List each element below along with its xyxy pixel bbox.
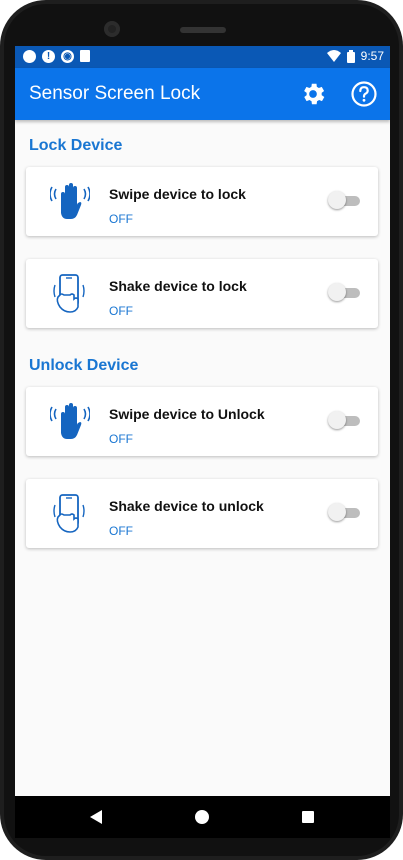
home-icon[interactable] (195, 810, 209, 824)
setting-state: OFF (109, 304, 133, 318)
toggle-thumb (328, 191, 346, 209)
app-bar: Sensor Screen Lock (15, 68, 390, 120)
wifi-icon (326, 50, 341, 62)
section-title-unlock-device: Unlock Device (29, 357, 139, 374)
toggle-thumb (328, 411, 346, 429)
setting-card-shake-unlock[interactable]: Shake device to unlock OFF (26, 479, 378, 548)
setting-label: Swipe device to lock (109, 186, 246, 202)
device-frame: ! ◉ 9:57 Sensor Screen Lock Lock Device … (0, 0, 403, 860)
setting-card-shake-lock[interactable]: Shake device to lock OFF (26, 259, 378, 328)
status-time: 9:57 (360, 49, 384, 63)
setting-state: OFF (109, 524, 133, 538)
setting-state: OFF (109, 212, 133, 226)
section-title-lock-device: Lock Device (29, 137, 123, 154)
toggle-thumb (328, 503, 346, 521)
setting-state: OFF (109, 432, 133, 446)
recent-apps-icon[interactable] (302, 811, 314, 823)
status-system: 9:57 (326, 49, 384, 63)
app-title: Sensor Screen Lock (29, 83, 201, 104)
setting-label: Shake device to unlock (109, 498, 264, 514)
setting-label: Shake device to lock (109, 278, 247, 294)
camera-icon (104, 21, 120, 37)
swipe-lock-toggle[interactable] (328, 191, 360, 209)
settings-gear-icon[interactable] (299, 80, 327, 108)
shake-phone-icon (53, 274, 85, 313)
help-icon[interactable] (350, 80, 378, 108)
setting-card-swipe-lock[interactable]: Swipe device to lock OFF (26, 167, 378, 236)
battery-icon (346, 49, 355, 63)
shake-unlock-toggle[interactable] (328, 503, 360, 521)
notification-dot-icon (23, 50, 36, 63)
status-notifications: ! ◉ (23, 50, 90, 63)
setting-label: Swipe device to Unlock (109, 406, 265, 422)
speaker-grille (180, 27, 226, 33)
sd-card-icon (80, 50, 90, 62)
swipe-hand-icon (50, 183, 90, 219)
back-icon[interactable] (90, 810, 102, 824)
sync-icon: ◉ (61, 50, 74, 63)
swipe-unlock-toggle[interactable] (328, 411, 360, 429)
screen: ! ◉ 9:57 Sensor Screen Lock Lock Device … (15, 46, 390, 796)
shake-phone-icon (53, 494, 85, 533)
navigation-bar (15, 796, 390, 838)
swipe-hand-icon (50, 403, 90, 439)
alert-icon: ! (42, 50, 55, 63)
toggle-thumb (328, 283, 346, 301)
shake-lock-toggle[interactable] (328, 283, 360, 301)
status-bar: ! ◉ 9:57 (15, 46, 390, 68)
setting-card-swipe-unlock[interactable]: Swipe device to Unlock OFF (26, 387, 378, 456)
